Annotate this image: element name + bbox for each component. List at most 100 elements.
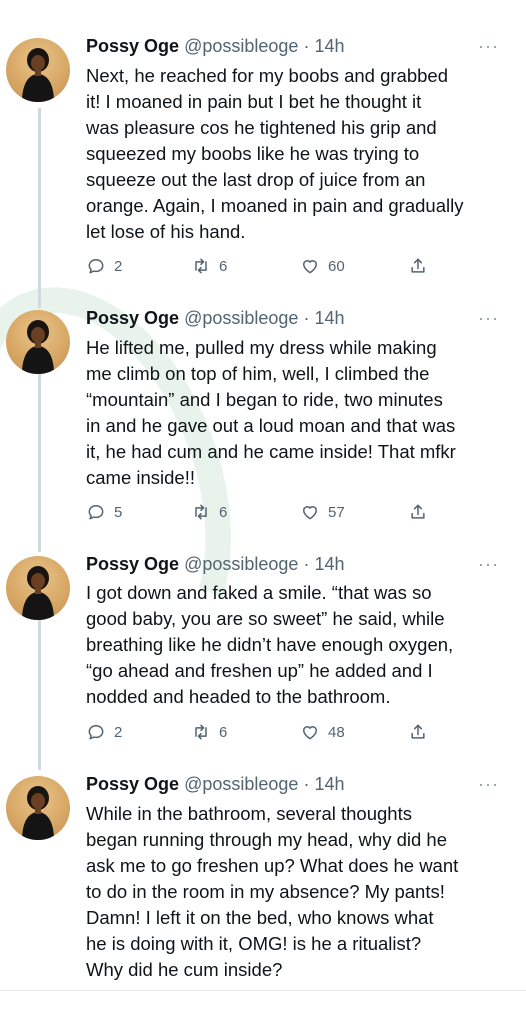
tweet-header: Possy Oge @possibleoge · 14h	[86, 774, 345, 795]
tweet-time[interactable]: 14h	[314, 774, 344, 794]
reply-button[interactable]: 5	[86, 500, 122, 524]
retweet-count: 6	[219, 257, 228, 275]
author-handle[interactable]: @possibleoge	[184, 36, 298, 56]
thread-connector-line	[38, 602, 41, 770]
tweet-text-line: orange. Again, I moaned in pain and grad…	[86, 195, 464, 216]
reply-icon	[88, 259, 104, 274]
tweet-text-line: “mountain” and I began to ride, two minu…	[86, 389, 443, 410]
like-button[interactable]: 57	[300, 500, 345, 524]
more-options-icon[interactable]: ···	[478, 774, 499, 795]
like-count: 60	[328, 257, 345, 275]
tweet-thread: Possy Oge @possibleoge · 14h ··· Next, h…	[0, 0, 526, 1024]
share-icon	[411, 504, 425, 519]
tweet-text-line: While in the bathroom, several thoughts	[86, 803, 412, 824]
share-icon	[411, 724, 425, 739]
tweet-text-line: to do in the room in my absence? My pant…	[86, 881, 445, 902]
avatar-image	[22, 320, 54, 374]
separator-dot: ·	[303, 308, 310, 328]
tweet-text-line: in and he gave out a loud moan and that …	[86, 415, 456, 436]
like-button[interactable]: 48	[300, 720, 345, 744]
tweet-text-line: was pleasure cos he tightened his grip a…	[86, 117, 437, 138]
tweet-text-line: nodded and headed to the bathroom.	[86, 686, 391, 707]
tweet-header: Possy Oge @possibleoge · 14h	[86, 554, 345, 575]
avatar-image	[22, 566, 54, 620]
author-handle[interactable]: @possibleoge	[184, 554, 298, 574]
more-options-icon[interactable]: ···	[478, 308, 499, 329]
tweet-text: I got down and faked a smile. “that was …	[86, 580, 516, 710]
heart-icon	[303, 260, 317, 274]
reply-count: 5	[114, 503, 123, 521]
tweet-text-line: Next, he reached for my boobs and grabbe…	[86, 65, 449, 86]
like-count: 48	[328, 723, 345, 741]
tweet-text-line: I got down and faked a smile. “that was …	[86, 582, 432, 603]
tweet-time[interactable]: 14h	[314, 554, 344, 574]
more-options-icon[interactable]: ···	[478, 36, 499, 57]
separator-dot: ·	[303, 36, 310, 56]
author-name[interactable]: Possy Oge	[86, 774, 179, 794]
author-name[interactable]: Possy Oge	[86, 554, 179, 574]
separator-dot: ·	[303, 554, 310, 574]
tweet-text-line: He lifted me, pulled my dress while maki…	[86, 337, 437, 358]
share-button[interactable]	[408, 500, 428, 524]
retweet-icon	[195, 504, 207, 520]
avatar-image	[22, 786, 54, 840]
reply-button[interactable]: 2	[86, 720, 122, 744]
avatar[interactable]	[6, 776, 70, 840]
tweet-text-line: me climb on top of him, well, I climbed …	[86, 363, 430, 384]
reply-icon	[88, 725, 104, 740]
tweet-text-line: it! I moaned in pain but I bet he though…	[86, 91, 422, 112]
retweet-button[interactable]: 6	[191, 254, 227, 278]
reply-button[interactable]: 2	[86, 254, 122, 278]
separator-dot: ·	[303, 774, 310, 794]
tweet-time[interactable]: 14h	[314, 36, 344, 56]
tweet-actions: 5 6 57	[86, 500, 516, 524]
avatar[interactable]	[6, 310, 70, 374]
avatar[interactable]	[6, 38, 70, 102]
share-icon	[411, 258, 425, 273]
tweet-text: He lifted me, pulled my dress while maki…	[86, 335, 516, 491]
reply-icon	[88, 505, 104, 520]
tweet-header: Possy Oge @possibleoge · 14h	[86, 308, 345, 329]
like-count: 57	[328, 503, 345, 521]
retweet-count: 6	[219, 723, 228, 741]
reply-count: 2	[114, 257, 123, 275]
avatar[interactable]	[6, 556, 70, 620]
tweet-header: Possy Oge @possibleoge · 14h	[86, 36, 345, 57]
tweet-actions: 2 6 60	[86, 254, 516, 278]
share-button[interactable]	[408, 254, 428, 278]
tweet-text-line: began running through my head, why did h…	[86, 829, 448, 850]
heart-icon	[303, 726, 317, 740]
retweet-button[interactable]: 6	[191, 720, 227, 744]
tweet-text-line: he is doing with it, OMG! is he a ritual…	[86, 933, 422, 954]
tweet-text-line: Why did he cum inside?	[86, 959, 283, 980]
tweet-text: Next, he reached for my boobs and grabbe…	[86, 63, 516, 245]
tweet-text-line: ask me to go freshen up? What does he wa…	[86, 855, 459, 876]
tweet-actions: 2 6 48	[86, 720, 516, 744]
author-handle[interactable]: @possibleoge	[184, 774, 298, 794]
retweet-count: 6	[219, 503, 228, 521]
retweet-button[interactable]: 6	[191, 500, 227, 524]
share-button[interactable]	[408, 720, 428, 744]
thread-connector-line	[38, 108, 41, 308]
retweet-icon	[195, 724, 207, 740]
retweet-icon	[195, 258, 207, 274]
tweet-text-line: good baby, you are so sweet” he said, wh…	[86, 608, 445, 629]
heart-icon	[303, 506, 317, 520]
reply-count: 2	[114, 723, 123, 741]
author-handle[interactable]: @possibleoge	[184, 308, 298, 328]
tweet-text-line: “go ahead and freshen up” he added and I	[86, 660, 433, 681]
divider	[0, 990, 526, 991]
tweet-text-line: came inside!!	[86, 467, 195, 488]
tweet-text-line: let lose of his hand.	[86, 221, 246, 242]
thread-connector-line	[38, 356, 41, 552]
tweet-time[interactable]: 14h	[314, 308, 344, 328]
tweet-text-line: squeeze out the last drop of juice from …	[86, 169, 426, 190]
tweet-text-line: squeezed my boobs like he was trying to	[86, 143, 420, 164]
author-name[interactable]: Possy Oge	[86, 308, 179, 328]
tweet-text: While in the bathroom, several thoughts …	[86, 801, 516, 983]
tweet-text-line: Damn! I left it on the bed, who knows wh…	[86, 907, 434, 928]
like-button[interactable]: 60	[300, 254, 345, 278]
more-options-icon[interactable]: ···	[478, 554, 499, 575]
avatar-image	[22, 48, 54, 102]
author-name[interactable]: Possy Oge	[86, 36, 179, 56]
